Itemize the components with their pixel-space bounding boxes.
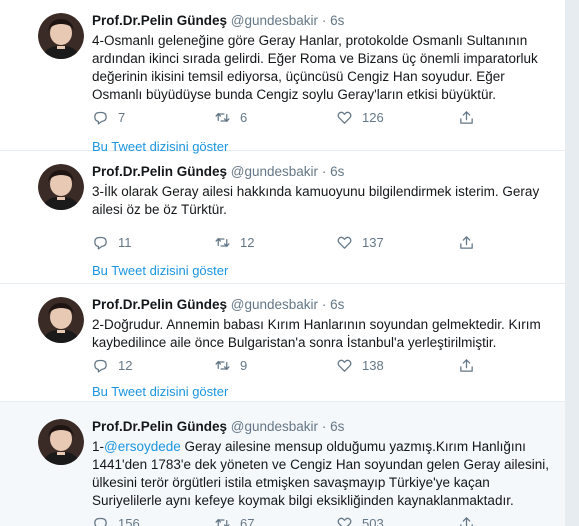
show-thread-link[interactable]: Bu Tweet dizisini göster — [92, 384, 228, 399]
tweet[interactable]: Prof.Dr.Pelin Gündeş @gundesbakir · 6s 3… — [0, 151, 565, 284]
author-handle[interactable]: @gundesbakir — [231, 13, 318, 28]
retweet-count: 12 — [240, 234, 255, 250]
like-icon — [337, 359, 352, 372]
share-button[interactable] — [458, 232, 475, 252]
like-count: 126 — [362, 109, 384, 125]
retweet-button[interactable]: 6 — [214, 107, 247, 127]
author-name[interactable]: Prof.Dr.Pelin Gündeş — [92, 419, 227, 434]
tweet-actions: 156 67 503 — [92, 513, 492, 526]
like-count: 137 — [362, 234, 384, 250]
tweet-header: Prof.Dr.Pelin Gündeş @gundesbakir · 6s — [92, 163, 552, 181]
tweet-text-part: 1- — [92, 439, 105, 454]
share-icon — [460, 235, 473, 249]
author-name[interactable]: Prof.Dr.Pelin Gündeş — [92, 164, 227, 179]
tweet-content: Prof.Dr.Pelin Gündeş @gundesbakir · 6s 3… — [92, 163, 552, 219]
share-icon — [460, 516, 473, 526]
tweet-content: Prof.Dr.Pelin Gündeş @gundesbakir · 6s 4… — [92, 12, 552, 104]
reply-icon — [94, 111, 107, 125]
share-button[interactable] — [458, 107, 475, 127]
tweet-content: Prof.Dr.Pelin Gündeş @gundesbakir · 6s 2… — [92, 296, 552, 352]
share-icon — [460, 358, 473, 372]
author-handle[interactable]: @gundesbakir — [231, 419, 318, 434]
separator: · — [321, 164, 327, 179]
like-count: 138 — [362, 357, 384, 373]
timestamp[interactable]: 6s — [330, 164, 344, 179]
tweet-text-part: 2-Doğrudur. Annemin babası Kırım Hanları… — [92, 317, 541, 350]
reply-icon — [94, 236, 107, 250]
reply-count: 12 — [118, 357, 133, 373]
avatar[interactable] — [38, 13, 84, 59]
retweet-button[interactable]: 9 — [214, 355, 247, 375]
like-icon — [337, 517, 352, 526]
retweet-icon — [215, 237, 230, 247]
reply-button[interactable]: 11 — [92, 232, 132, 252]
avatar[interactable] — [38, 297, 84, 343]
separator: · — [321, 297, 327, 312]
tweet-actions: 11 12 137 — [92, 232, 492, 252]
timestamp[interactable]: 6s — [330, 419, 344, 434]
show-thread-link[interactable]: Bu Tweet dizisini göster — [92, 263, 228, 278]
tweet-text: 2-Doğrudur. Annemin babası Kırım Hanları… — [92, 316, 552, 352]
reply-icon — [94, 517, 107, 526]
retweet-button[interactable]: 12 — [214, 232, 254, 252]
retweet-count: 6 — [240, 109, 248, 125]
reply-button[interactable]: 12 — [92, 355, 132, 375]
share-icon — [460, 110, 473, 124]
like-count: 503 — [362, 515, 384, 526]
like-button[interactable]: 503 — [336, 513, 384, 526]
timestamp[interactable]: 6s — [330, 13, 344, 28]
like-icon — [337, 236, 352, 249]
author-name[interactable]: Prof.Dr.Pelin Gündeş — [92, 297, 227, 312]
author-handle[interactable]: @gundesbakir — [231, 164, 318, 179]
scrollbar[interactable] — [565, 0, 579, 526]
tweet-text-part: 3-İlk olarak Geray ailesi hakkında kamuo… — [92, 184, 540, 217]
separator: · — [321, 13, 327, 28]
tweet[interactable]: Prof.Dr.Pelin Gündeş @gundesbakir · 6s 4… — [0, 0, 565, 154]
tweet-actions: 7 6 126 — [92, 107, 492, 127]
like-icon — [337, 111, 352, 124]
avatar[interactable] — [38, 164, 84, 210]
mention-link[interactable]: @ersoydede — [104, 439, 181, 454]
tweet-header: Prof.Dr.Pelin Gündeş @gundesbakir · 6s — [92, 296, 552, 314]
tweet-text: 4-Osmanlı geleneğine göre Geray Hanlar, … — [92, 32, 552, 104]
avatar[interactable] — [38, 419, 84, 465]
retweet-count: 9 — [240, 357, 248, 373]
share-button[interactable] — [458, 355, 475, 375]
retweet-icon — [215, 112, 230, 122]
separator: · — [321, 419, 327, 434]
tweet-text: 1-@ersoydede Geray ailesine mensup olduğ… — [92, 438, 552, 510]
tweet-actions: 12 9 138 — [92, 355, 492, 375]
like-button[interactable]: 138 — [336, 355, 384, 375]
share-button[interactable] — [458, 513, 475, 526]
reply-count: 11 — [118, 234, 132, 250]
tweet-text: 3-İlk olarak Geray ailesi hakkında kamuo… — [92, 183, 552, 219]
retweet-button[interactable]: 67 — [214, 513, 254, 526]
retweet-icon — [215, 518, 230, 526]
like-button[interactable]: 126 — [336, 107, 384, 127]
reply-button[interactable]: 7 — [92, 107, 125, 127]
reply-icon — [94, 359, 107, 373]
reply-count: 156 — [118, 515, 140, 526]
like-button[interactable]: 137 — [336, 232, 384, 252]
retweet-icon — [215, 360, 230, 370]
tweet[interactable]: Prof.Dr.Pelin Gündeş @gundesbakir · 6s 2… — [0, 284, 565, 402]
timestamp[interactable]: 6s — [330, 297, 344, 312]
reply-count: 7 — [118, 109, 126, 125]
tweet-feed: Prof.Dr.Pelin Gündeş @gundesbakir · 6s 4… — [0, 0, 565, 526]
retweet-count: 67 — [240, 515, 255, 526]
tweet[interactable]: Prof.Dr.Pelin Gündeş @gundesbakir · 6s 1… — [0, 402, 565, 526]
reply-button[interactable]: 156 — [92, 513, 140, 526]
author-name[interactable]: Prof.Dr.Pelin Gündeş — [92, 13, 227, 28]
tweet-content: Prof.Dr.Pelin Gündeş @gundesbakir · 6s 1… — [92, 418, 552, 510]
author-handle[interactable]: @gundesbakir — [231, 297, 318, 312]
tweet-header: Prof.Dr.Pelin Gündeş @gundesbakir · 6s — [92, 12, 552, 30]
tweet-text-part: 4-Osmanlı geleneğine göre Geray Hanlar, … — [92, 33, 538, 102]
tweet-header: Prof.Dr.Pelin Gündeş @gundesbakir · 6s — [92, 418, 552, 436]
